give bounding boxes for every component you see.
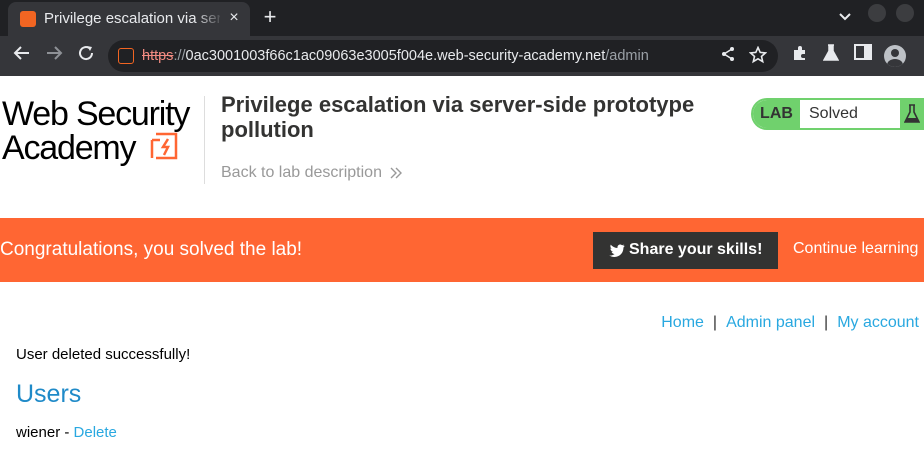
nav-admin-panel-link[interactable]: Admin panel — [726, 314, 815, 331]
reload-icon[interactable] — [74, 44, 98, 68]
continue-learning-link[interactable]: Continue learning — [793, 240, 918, 258]
nav-separator: | — [712, 314, 718, 331]
browser-toolbar: https://0ac3001003f66c1ac09063e3005f004e… — [0, 36, 924, 76]
url-scheme: https — [142, 48, 174, 64]
top-navigation: Home | Admin panel | My account — [661, 314, 919, 332]
lab-badge: LAB — [753, 100, 800, 128]
window-close-button[interactable] — [896, 4, 914, 22]
academy-bolt-icon — [150, 132, 178, 160]
url-text[interactable]: https://0ac3001003f66c1ac09063e3005f004e… — [142, 48, 649, 64]
web-security-academy-logo[interactable]: Web Security Academy — [2, 96, 202, 168]
tab-search-chevron-icon[interactable] — [836, 8, 854, 26]
delete-user-link[interactable]: Delete — [74, 424, 117, 441]
address-bar[interactable]: https://0ac3001003f66c1ac09063e3005f004e… — [108, 40, 778, 72]
logo-line-1: Web Security — [2, 95, 190, 133]
profile-icon[interactable] — [884, 45, 906, 67]
forward-arrow-icon[interactable] — [42, 44, 66, 68]
url-host: 0ac3001003f66c1ac09063e3005f004e.web-sec… — [185, 48, 606, 64]
lab-solved-banner: Congratulations, you solved the lab! Sha… — [0, 218, 924, 282]
nav-my-account-link[interactable]: My account — [837, 314, 919, 331]
user-separator: - — [60, 424, 74, 441]
browser-tab[interactable]: Privilege escalation via server-side pro… — [8, 2, 250, 36]
share-skills-label: Share your skills! — [629, 241, 763, 258]
extensions-icon[interactable] — [788, 44, 812, 68]
tab-title-fade — [194, 2, 224, 36]
browser-tab-bar: Privilege escalation via server-side pro… — [0, 0, 924, 36]
lab-status-text: Solved — [809, 105, 858, 122]
logo-line-2: Academy — [2, 129, 137, 167]
labs-flask-icon[interactable] — [819, 44, 843, 68]
share-skills-button[interactable]: Share your skills! — [593, 232, 778, 269]
user-list-item: wiener - Delete — [16, 424, 117, 441]
congratulations-message: Congratulations, you solved the lab! — [0, 239, 303, 260]
back-arrow-icon[interactable] — [10, 44, 34, 68]
nav-home-link[interactable]: Home — [661, 314, 704, 331]
users-heading: Users — [16, 380, 82, 408]
new-tab-icon[interactable]: + — [259, 6, 281, 28]
header-divider — [204, 96, 205, 184]
status-message: User deleted successfully! — [16, 346, 191, 363]
nav-separator: | — [824, 314, 829, 331]
star-icon[interactable] — [748, 45, 768, 66]
url-separator: :// — [173, 48, 186, 64]
lab-status-widget: LAB Solved — [751, 98, 924, 130]
lab-title: Privilege escalation via server-side pro… — [221, 92, 695, 142]
username: wiener — [16, 424, 61, 441]
window-minimize-button[interactable] — [868, 4, 886, 22]
site-info-icon[interactable] — [118, 48, 134, 64]
lab-flask-icon — [900, 100, 923, 128]
double-chevron-right-icon — [390, 167, 402, 179]
sidebar-icon[interactable] — [851, 44, 875, 68]
back-to-lab-description-link[interactable]: Back to lab description — [221, 164, 382, 182]
twitter-icon — [609, 244, 625, 257]
share-icon[interactable] — [718, 46, 738, 66]
url-path: /admin — [605, 48, 649, 64]
academy-favicon-icon — [20, 11, 36, 27]
tab-close-icon[interactable]: × — [226, 10, 242, 26]
